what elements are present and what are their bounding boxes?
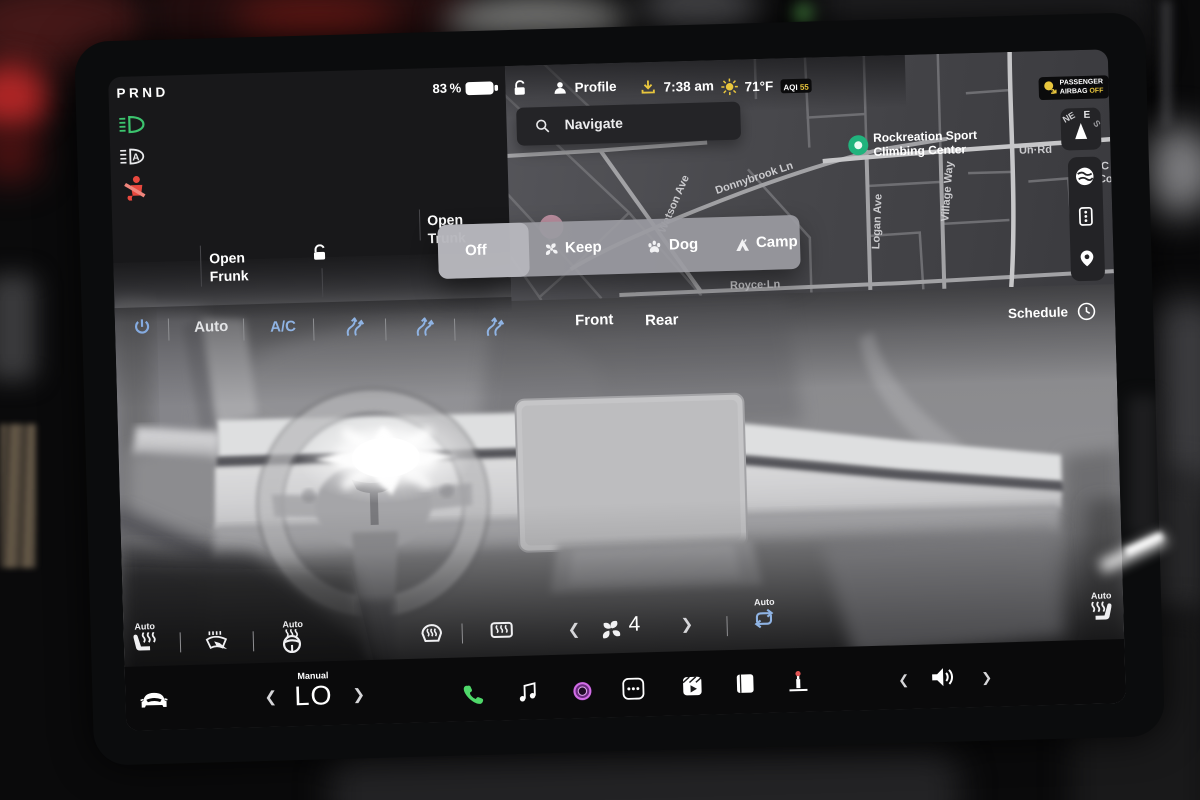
svg-text:2: 2 [1051,89,1055,96]
svg-text:Climbing Center: Climbing Center [873,142,966,159]
svg-text:Logan Ave: Logan Ave [870,194,884,250]
svg-text:A: A [132,152,140,163]
svg-text:Royce·Ln: Royce·Ln [730,278,781,291]
svg-text:Un·Rd: Un·Rd [1019,144,1052,157]
